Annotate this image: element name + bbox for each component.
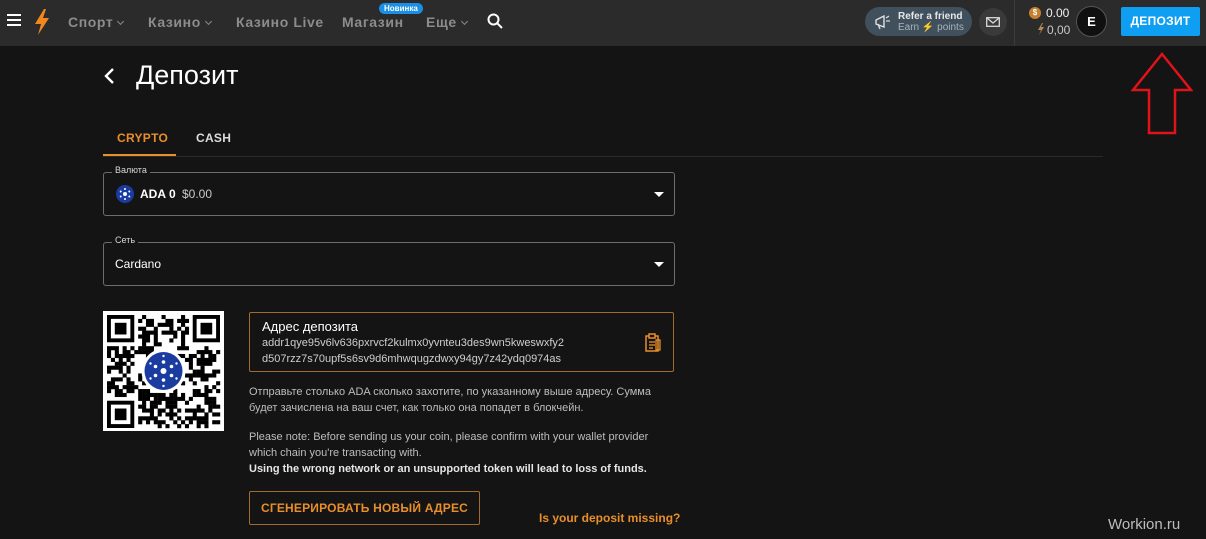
- points-amount[interactable]: 0,00: [1047, 23, 1070, 37]
- nav-shop[interactable]: Магазин: [342, 14, 404, 30]
- nav-shop-label: Магазин: [342, 14, 404, 30]
- network-select[interactable]: Сеть Cardano: [103, 235, 675, 286]
- new-badge: Новинка: [379, 3, 423, 14]
- copy-clipboard-icon[interactable]: [645, 333, 661, 352]
- address-line-1: addr1qye95v6lv636pxrvcf2kulmx0yvnteu3des…: [262, 337, 565, 349]
- logo-bolt-icon[interactable]: [33, 9, 51, 35]
- megaphone-icon: [875, 14, 890, 30]
- nav-casino-label: Казино: [148, 14, 201, 30]
- currency-select[interactable]: Валюта ADA 0 $0.00: [103, 165, 675, 216]
- deposit-button[interactable]: ДЕПОЗИТ: [1121, 7, 1200, 36]
- chevron-down-icon: [460, 17, 468, 26]
- balance-amount[interactable]: 0.00: [1046, 6, 1069, 20]
- header-divider: [1014, 0, 1015, 46]
- info-text-line: which chain you're transacting with.: [249, 447, 422, 459]
- cardano-icon: [116, 185, 134, 203]
- address-label: Адрес депозита: [262, 319, 359, 334]
- top-navbar: Спорт Казино Казино Live Магазин Новинка…: [0, 0, 1206, 46]
- currency-amount: 0: [169, 187, 176, 201]
- refer-subtitle: Earn ⚡ points: [898, 22, 964, 33]
- warning-bold-text: Using the wrong network or an unsupporte…: [249, 463, 647, 475]
- deposit-address-box: Адрес депозита addr1qye95v6lv636pxrvcf2k…: [249, 312, 674, 372]
- avatar[interactable]: E: [1076, 6, 1107, 37]
- watermark: Workion.ru: [1108, 516, 1181, 533]
- network-label: Сеть: [112, 235, 139, 245]
- nav-casino-live-label: Казино Live: [236, 14, 324, 30]
- points-bolt-icon: [1038, 23, 1044, 35]
- messages-button[interactable]: [979, 8, 1007, 36]
- search-icon[interactable]: [487, 13, 503, 29]
- deposit-qr-code: [103, 311, 224, 431]
- dropdown-caret-icon: [654, 262, 664, 267]
- mail-icon: [986, 17, 1000, 27]
- currency-label: Валюта: [112, 165, 150, 175]
- tab-cash[interactable]: CASH: [196, 131, 231, 145]
- network-value: Cardano: [115, 257, 162, 271]
- tab-crypto[interactable]: CRYPTO: [117, 131, 168, 145]
- refer-friend-button[interactable]: Refer a friend Earn ⚡ points: [865, 7, 972, 36]
- page-title: Депозит: [136, 60, 239, 90]
- address-line-2: d507rzz7s70upf5s6sv9d6mhwqugzdwxy94gy7z4…: [262, 353, 562, 365]
- dropdown-caret-icon: [654, 192, 664, 197]
- refer-title: Refer a friend: [898, 11, 963, 22]
- nav-sport-label: Спорт: [68, 14, 114, 30]
- generate-address-button[interactable]: СГЕНЕРИРОВАТЬ НОВЫЙ АДРЕС: [249, 491, 480, 525]
- currency-usd-value: $0.00: [182, 187, 213, 201]
- nav-sport[interactable]: Спорт: [68, 14, 125, 30]
- active-tab-indicator: [103, 154, 176, 156]
- chevron-down-icon: [204, 17, 212, 26]
- info-text-line: будет зачислена на ваш счет, как только …: [249, 402, 584, 414]
- back-arrow-icon[interactable]: [102, 67, 116, 85]
- nav-more[interactable]: Еще: [426, 14, 468, 30]
- coin-icon: $: [1029, 7, 1041, 19]
- annotation-arrow-icon: [1131, 52, 1193, 135]
- info-text-line: Please note: Before sending us your coin…: [249, 431, 649, 443]
- nav-more-label: Еще: [426, 14, 457, 30]
- deposit-missing-link[interactable]: Is your deposit missing?: [539, 511, 680, 525]
- nav-casino[interactable]: Казино: [148, 14, 212, 30]
- tabs-divider: [103, 156, 1103, 157]
- info-text-line: Отправьте столько ADA сколько захотите, …: [249, 386, 651, 398]
- currency-code: ADA: [140, 187, 166, 201]
- menu-icon[interactable]: [7, 14, 21, 27]
- warning-text: Using the wrong network or an unsupporte…: [249, 463, 647, 475]
- nav-casino-live[interactable]: Казино Live: [236, 14, 324, 30]
- chevron-down-icon: [117, 17, 125, 26]
